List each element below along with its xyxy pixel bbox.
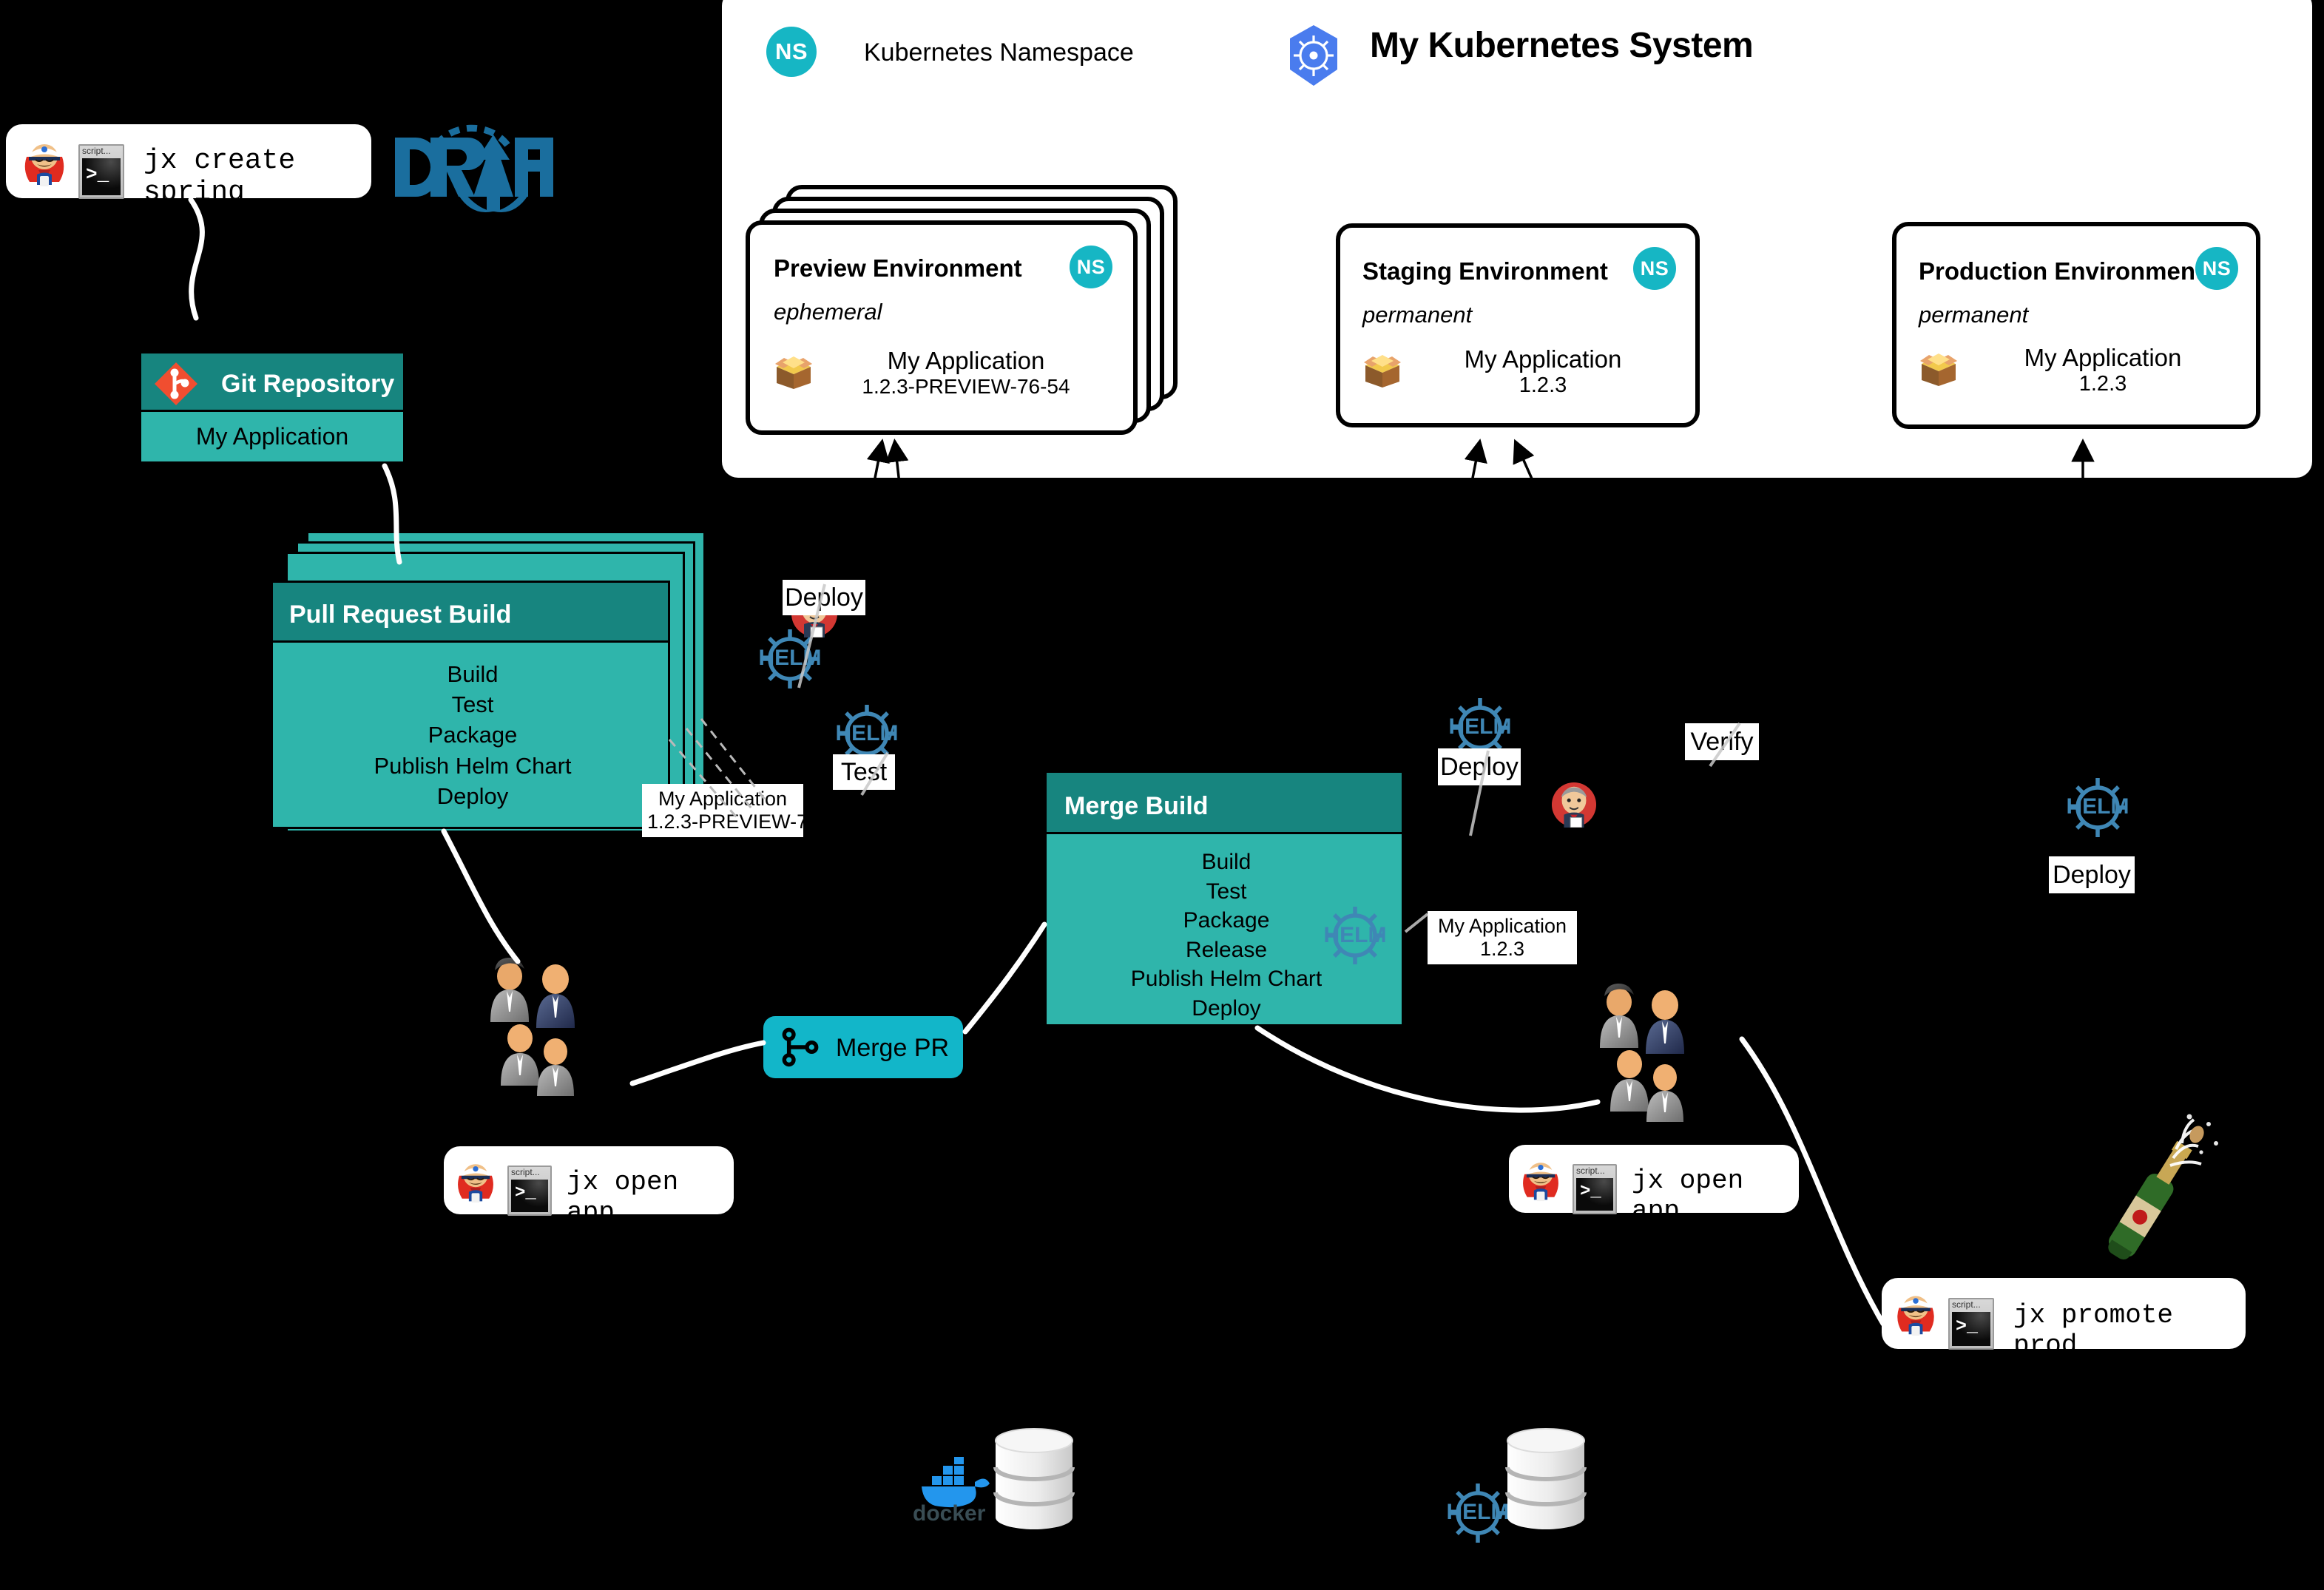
pr-build-steps-list: Build Test Package Publish Helm Chart De… bbox=[273, 659, 672, 811]
jx-promote-prod-text: jx promote prod bbox=[2013, 1300, 2174, 1361]
pipeline-diagram: NS Kubernetes Namespace My Kubernetes Sy… bbox=[0, 0, 2324, 1590]
helm-wordmark: HELM bbox=[758, 646, 822, 670]
docker-wordmark: docker bbox=[913, 1501, 986, 1523]
terminal-caption: script... bbox=[82, 146, 111, 156]
pull-request-build-title: Pull Request Build bbox=[289, 601, 512, 629]
terminal-prompt-glyph: >_ bbox=[1580, 1182, 1601, 1202]
jenkins-head-icon bbox=[1551, 782, 1597, 828]
merge-build-body: Build Test Package Release Publish Helm … bbox=[1044, 834, 1404, 1026]
terminal-prompt-glyph: >_ bbox=[1956, 1316, 1979, 1337]
preview-artifact-name: My Application bbox=[658, 788, 788, 810]
developers-group-right bbox=[1594, 980, 1742, 1135]
pr-step: Package bbox=[428, 722, 518, 748]
terminal-icon: script... >_ bbox=[1948, 1298, 1994, 1350]
release-artifact-name: My Application bbox=[1437, 915, 1567, 937]
helm-wordmark: HELM bbox=[2066, 794, 2129, 819]
release-artifact-label: My Application 1.2.3 bbox=[1428, 911, 1577, 964]
terminal-caption: script... bbox=[1952, 1299, 1981, 1310]
helm-registry-database-icon bbox=[1502, 1427, 1590, 1531]
jx-create-spring-text: jx create spring bbox=[143, 145, 296, 209]
jx-promote-prod-command[interactable]: script... >_ jx promote prod bbox=[1882, 1278, 2246, 1361]
pull-request-build-body: Build Test Package Publish Helm Chart De… bbox=[271, 643, 899, 829]
jx-open-app-left-command[interactable]: script... >_ jx open app bbox=[444, 1146, 734, 1228]
terminal-icon: script... >_ bbox=[78, 144, 124, 199]
merge-step: Deploy bbox=[1192, 995, 1261, 1021]
terminal-prompt-glyph: >_ bbox=[86, 163, 109, 186]
merge-build-header[interactable]: Merge Build bbox=[1044, 771, 1656, 834]
docker-registry-database-icon bbox=[990, 1427, 1078, 1531]
jenkins-x-mascot-icon bbox=[19, 138, 70, 188]
jenkins-x-mascot-icon bbox=[453, 1158, 499, 1204]
git-repository-title: Git Repository bbox=[221, 370, 395, 398]
pr-step: Deploy bbox=[436, 782, 509, 809]
deploy-prod-label: Deploy bbox=[2049, 856, 2135, 893]
helm-wordmark: HELM bbox=[1448, 714, 1512, 739]
merge-step: Build bbox=[1201, 850, 1251, 874]
helm-logo-icon: HELM bbox=[2064, 774, 2132, 842]
helm-logo-icon: HELM bbox=[1322, 902, 1388, 969]
jenkins-x-mascot-icon bbox=[1892, 1290, 1939, 1337]
pr-step: Publish Helm Chart bbox=[374, 752, 572, 779]
pr-step: Build bbox=[447, 661, 499, 687]
terminal-icon: script... >_ bbox=[507, 1166, 552, 1216]
preview-artifact-version: 1.2.3-PREVIEW-76-54 bbox=[647, 810, 848, 833]
jx-open-app-left-text: jx open app bbox=[567, 1167, 679, 1228]
merge-pr-label: Merge PR bbox=[836, 1034, 950, 1062]
git-repository-app-name: My Application bbox=[195, 423, 349, 450]
test-preview-label: Test bbox=[833, 754, 895, 790]
champagne-bottle-icon bbox=[2078, 1109, 2226, 1279]
terminal-caption: script... bbox=[1576, 1166, 1605, 1176]
verify-staging-label: Verify bbox=[1685, 723, 1759, 760]
git-repository-header[interactable]: Git Repository bbox=[139, 351, 405, 412]
docker-logo-icon: docker bbox=[908, 1457, 997, 1523]
jenkins-x-mascot-icon bbox=[1518, 1157, 1564, 1202]
deploy-preview-label: Deploy bbox=[783, 580, 865, 615]
helm-logo-icon: HELM bbox=[756, 625, 824, 693]
jx-open-app-right-text: jx open app bbox=[1632, 1166, 1744, 1226]
deploy-staging-label: Deploy bbox=[1438, 748, 1521, 785]
merge-branch-icon bbox=[1613, 782, 1659, 828]
release-artifact-version: 1.2.3 bbox=[1479, 937, 1525, 960]
draft-logo-icon bbox=[391, 109, 553, 213]
pull-request-build-header[interactable]: Pull Request Build bbox=[271, 581, 893, 643]
pr-step: Test bbox=[451, 691, 494, 718]
terminal-caption: script... bbox=[511, 1167, 540, 1177]
merge-branch-icon bbox=[780, 1026, 821, 1068]
terminal-icon: script... >_ bbox=[1573, 1164, 1617, 1214]
preview-artifact-label: My Application 1.2.3-PREVIEW-76-54 bbox=[642, 784, 848, 837]
merge-step: Publish Helm Chart bbox=[1130, 967, 1323, 992]
jx-open-app-right-command[interactable]: script... >_ jx open app bbox=[1509, 1145, 1799, 1226]
jx-create-spring-command[interactable]: script... >_ jx create spring bbox=[6, 124, 371, 209]
helm-wordmark: HELM bbox=[1323, 923, 1387, 947]
developers-group-left bbox=[484, 954, 632, 1109]
helm-wordmark: HELM bbox=[835, 721, 899, 745]
git-repository-body: My Application bbox=[139, 412, 405, 464]
terminal-prompt-glyph: >_ bbox=[515, 1183, 536, 1203]
merge-pr-button[interactable]: Merge PR bbox=[763, 1016, 963, 1078]
git-logo-icon bbox=[153, 361, 199, 407]
merge-build-title: Merge Build bbox=[1064, 792, 1209, 820]
